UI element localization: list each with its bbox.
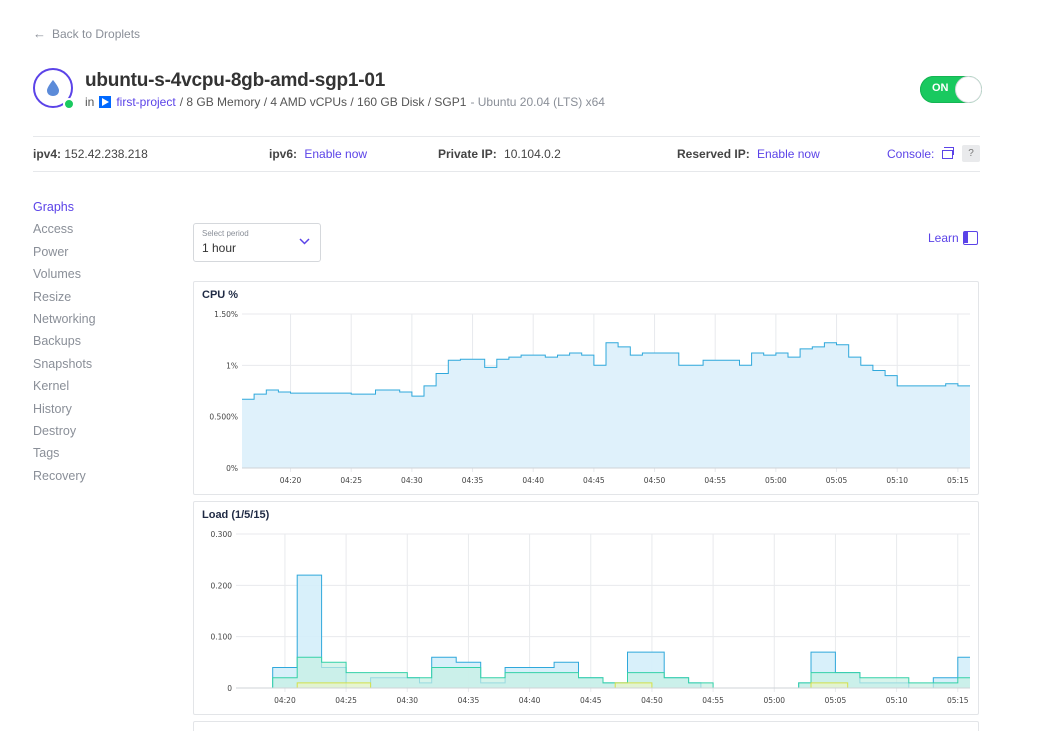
ipv4-value: 152.42.238.218	[64, 147, 148, 161]
project-icon	[99, 96, 112, 108]
sidebar-item-history[interactable]: History	[33, 401, 96, 423]
cpu-x-tick-label: 04:30	[401, 476, 423, 485]
sidebar-item-snapshots[interactable]: Snapshots	[33, 356, 96, 378]
ipv6-info: ipv6: Enable now	[269, 147, 367, 161]
learn-label: Learn	[928, 231, 959, 245]
cpu-y-tick-label: 0.500%	[209, 413, 238, 422]
load-x-tick-label: 04:45	[580, 696, 602, 705]
load-y-tick-label: 0.200	[211, 581, 233, 590]
arrow-left-icon: ←	[33, 26, 46, 41]
sidebar-item-volumes[interactable]: Volumes	[33, 266, 96, 288]
cpu-y-tick-label: 0%	[226, 464, 238, 473]
load-x-tick-label: 05:15	[947, 696, 969, 705]
cpu-x-tick-label: 04:45	[583, 476, 605, 485]
load-x-tick-label: 04:25	[335, 696, 357, 705]
sidebar-item-backups[interactable]: Backups	[33, 333, 96, 355]
droplet-header: ubuntu-s-4vcpu-8gb-amd-sgp1-01 in first-…	[33, 68, 983, 110]
load-x-tick-label: 05:10	[886, 696, 908, 705]
droplet-os: - Ubuntu 20.04 (LTS) x64	[470, 95, 605, 109]
sidebar-item-resize[interactable]: Resize	[33, 289, 96, 311]
cpu-x-tick-label: 04:55	[704, 476, 726, 485]
reserved-ip-enable-link[interactable]: Enable now	[757, 147, 820, 161]
toggle-knob	[955, 76, 982, 103]
back-link-label: Back to Droplets	[52, 26, 141, 41]
load-y-tick-label: 0.300	[211, 530, 233, 539]
load-x-tick-label: 04:40	[519, 696, 541, 705]
load-x-tick-label: 04:30	[396, 696, 418, 705]
power-toggle[interactable]: ON	[920, 76, 982, 103]
cpu-y-tick-label: 1.50%	[214, 310, 238, 319]
ipv4-info: ipv4: 152.42.238.218	[33, 147, 148, 161]
load-x-tick-label: 04:50	[641, 696, 663, 705]
cpu-x-tick-label: 05:00	[765, 476, 787, 485]
load-chart-card: Load (1/5/15) 04:20 04:25 04:30 04:35 04:40 0…	[193, 501, 979, 715]
load-x-tick-label: 05:05	[825, 696, 847, 705]
sidebar-item-destroy[interactable]: Destroy	[33, 423, 96, 445]
sidebar-item-graphs[interactable]: Graphs	[33, 199, 96, 221]
load-chart: 04:20 04:25 04:30 04:35 04:40 04:45 04:50 04:55…	[211, 530, 970, 705]
cpu-x-tick-label: 04:40	[522, 476, 544, 485]
cpu-x-tick-label: 04:35	[462, 476, 484, 485]
sidebar-item-recovery[interactable]: Recovery	[33, 468, 96, 490]
private-ip-info: Private IP: 10.104.0.2	[438, 147, 561, 161]
load-y-tick-label: 0	[227, 684, 232, 693]
droplet-meta: in first-project / 8 GB Memory / 4 AMD v…	[85, 95, 605, 109]
reserved-ip-label: Reserved IP:	[677, 147, 750, 161]
cpu-x-tick-label: 04:25	[340, 476, 362, 485]
droplet-specs: / 8 GB Memory / 4 AMD vCPUs / 160 GB Dis…	[179, 95, 467, 109]
period-select[interactable]: Select period 1 hour	[193, 223, 321, 262]
cpu-y-tick-label: 1%	[226, 361, 238, 370]
load-x-tick-label: 04:20	[274, 696, 296, 705]
private-ip-label: Private IP:	[438, 147, 497, 161]
droplet-sidebar-nav: Graphs Access Power Volumes Resize Netwo…	[33, 199, 96, 490]
sidebar-item-kernel[interactable]: Kernel	[33, 378, 96, 400]
sidebar-item-networking[interactable]: Networking	[33, 311, 96, 333]
chevron-down-icon	[299, 238, 310, 245]
book-icon	[962, 231, 978, 245]
ipv4-label: ipv4:	[33, 147, 62, 161]
sidebar-item-power[interactable]: Power	[33, 244, 96, 266]
cpu-x-tick-label: 04:20	[280, 476, 302, 485]
cpu-x-tick-label: 05:10	[886, 476, 908, 485]
private-ip-value: 10.104.0.2	[504, 147, 561, 161]
cpu-chart: 04:20 04:25 04:30 04:35 04:40 04:45 04:50 04:55…	[209, 310, 970, 485]
reserved-ip-info: Reserved IP: Enable now	[677, 147, 820, 161]
status-online-dot	[63, 98, 75, 110]
power-toggle-label: ON	[932, 82, 949, 94]
ipv6-label: ipv6:	[269, 147, 298, 161]
load-x-tick-label: 04:55	[702, 696, 724, 705]
droplet-icon	[33, 68, 75, 110]
period-select-label: Select period	[202, 229, 249, 238]
memory-chart-card	[193, 721, 979, 731]
sidebar-item-access[interactable]: Access	[33, 221, 96, 243]
period-select-value: 1 hour	[202, 241, 237, 255]
in-label: in	[85, 95, 95, 109]
cpu-x-tick-label: 05:05	[826, 476, 848, 485]
load-x-tick-label: 05:00	[763, 696, 785, 705]
cpu-x-tick-label: 05:15	[947, 476, 969, 485]
back-to-droplets-link[interactable]: ← Back to Droplets	[33, 26, 140, 41]
ipv6-enable-link[interactable]: Enable now	[304, 147, 367, 161]
cpu-chart-card: CPU % 04:20 04:25 04:30 04:35 04:40 04:45 04:5…	[193, 281, 979, 495]
learn-link[interactable]: Learn	[928, 231, 978, 245]
droplet-name: ubuntu-s-4vcpu-8gb-amd-sgp1-01	[85, 70, 386, 91]
load-x-tick-label: 04:35	[458, 696, 480, 705]
help-button[interactable]: ?	[962, 145, 980, 162]
network-bar: ipv4: 152.42.238.218 ipv6: Enable now Pr…	[33, 136, 980, 172]
project-link[interactable]: first-project	[116, 95, 175, 109]
cpu-x-tick-label: 04:50	[644, 476, 666, 485]
load-y-tick-label: 0.100	[211, 633, 233, 642]
console-label: Console:	[887, 147, 935, 161]
sidebar-item-tags[interactable]: Tags	[33, 445, 96, 467]
console-link[interactable]: Console:	[887, 146, 955, 161]
external-window-icon	[942, 146, 955, 159]
